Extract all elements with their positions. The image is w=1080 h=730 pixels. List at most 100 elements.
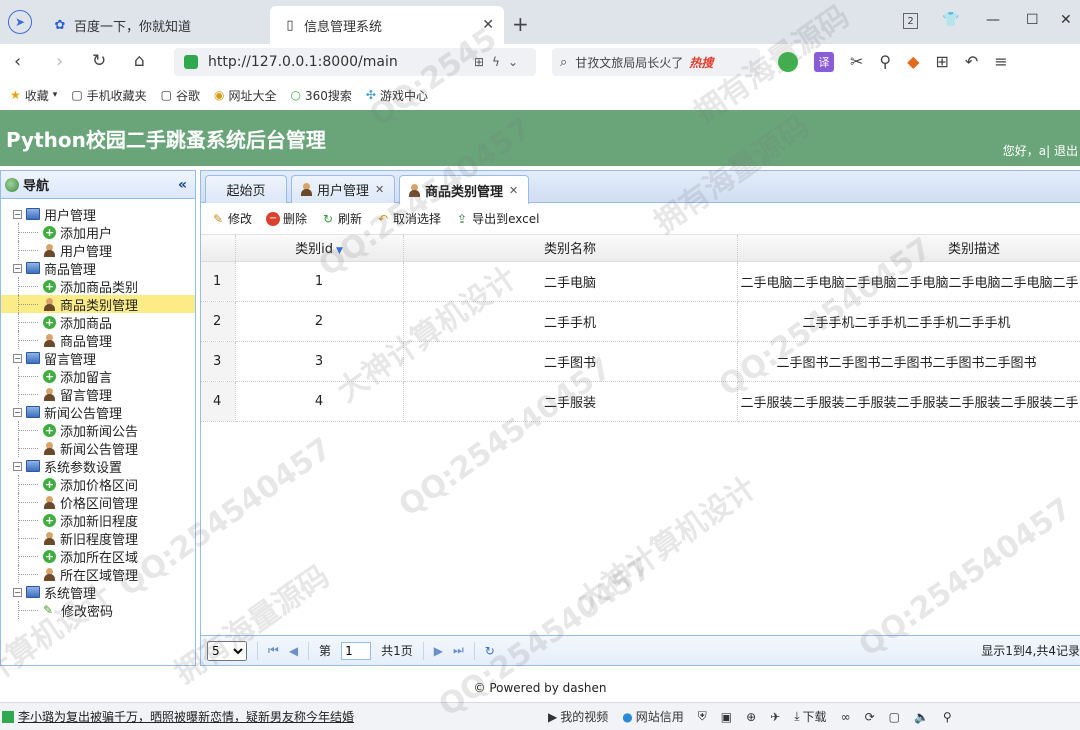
nav-item-user-manage[interactable]: 用户管理: [1, 241, 195, 260]
nav-group-goods[interactable]: − 商品管理: [1, 259, 195, 278]
close-tab-icon[interactable]: ✕: [375, 183, 384, 196]
nav-group-user[interactable]: − 用户管理: [1, 205, 195, 224]
browser-nav-icon[interactable]: ➤: [8, 10, 32, 34]
row-number: 2: [201, 301, 236, 342]
nav-group-message[interactable]: − 留言管理: [1, 349, 195, 368]
nav-item-goods-manage[interactable]: 商品管理: [1, 331, 195, 350]
nav-item-price-range-manage[interactable]: 价格区间管理: [1, 493, 195, 512]
window-icon[interactable]: ▢: [889, 710, 900, 724]
close-tab-icon[interactable]: ✕: [509, 184, 518, 197]
nav-item-category-manage[interactable]: 商品类别管理: [1, 295, 195, 314]
volume-icon[interactable]: 🔈: [914, 710, 929, 724]
shirt-icon[interactable]: 👕: [942, 12, 959, 28]
last-page-icon[interactable]: ⏭: [453, 643, 464, 658]
table-row[interactable]: 1 1 二手电脑 二手电脑二手电脑二手电脑二手电脑二手电脑二手电脑二手: [201, 261, 1080, 302]
maximize-icon[interactable]: ☐: [1026, 12, 1039, 28]
delete-button[interactable]: − 删除: [266, 210, 307, 227]
nav-group-system[interactable]: − 系统管理: [1, 583, 195, 602]
collapse-toggle-icon[interactable]: −: [13, 407, 22, 417]
prev-page-icon[interactable]: ◀: [289, 644, 298, 658]
nav-group-news[interactable]: − 新闻公告管理: [1, 403, 195, 422]
nav-item-add-price-range[interactable]: + 添加价格区间: [1, 475, 195, 494]
nav-item-message-manage[interactable]: 留言管理: [1, 385, 195, 404]
glasses-icon[interactable]: ∞: [841, 710, 851, 724]
bookmark-mobile[interactable]: ▢ 手机收藏夹: [71, 87, 146, 104]
plus-circle-icon[interactable]: ⊕: [746, 710, 756, 724]
export-excel-button[interactable]: ⇪ 导出到excel: [455, 210, 539, 227]
column-header-id[interactable]: 类别id ▼: [235, 235, 404, 262]
refresh-status-icon[interactable]: ⟳: [865, 710, 875, 724]
nav-item-area-manage[interactable]: 所在区域管理: [1, 565, 195, 584]
browser-tab-baidu[interactable]: ✿ 百度一下，你就知道: [48, 6, 268, 44]
apps-grid-icon[interactable]: ⊞: [935, 52, 948, 72]
shield-icon[interactable]: ⛨: [698, 709, 707, 724]
bookmark-360-search[interactable]: ○ 360搜索: [291, 87, 352, 104]
reload-icon[interactable]: ↻: [485, 644, 495, 658]
bookmark-favorites[interactable]: ★ 收藏 ▾: [10, 87, 57, 104]
browser-tab-active[interactable]: ▯ 信息管理系统 ✕: [270, 6, 504, 44]
nav-item-add-area[interactable]: + 添加所在区域: [1, 547, 195, 566]
window-count-badge[interactable]: 2: [903, 13, 918, 29]
refresh-button[interactable]: ↻ 刷新: [321, 210, 362, 227]
translate-icon[interactable]: 译: [814, 52, 834, 72]
next-page-icon[interactable]: ▶: [434, 644, 443, 658]
nav-item-add-user[interactable]: + 添加用户: [1, 223, 195, 242]
news-ticker-link[interactable]: 李小璐为复出被骗千万，晒照被曝新恋情，疑新男友称今年结婚: [2, 708, 354, 725]
tab-home[interactable]: 起始页: [205, 175, 287, 203]
minimize-icon[interactable]: —: [986, 12, 1000, 28]
page-size-select[interactable]: 5: [207, 640, 247, 661]
user-logout-link[interactable]: 您好，a| 退出: [1003, 142, 1078, 159]
collapse-toggle-icon[interactable]: −: [13, 587, 22, 597]
back-icon[interactable]: ‹: [14, 51, 21, 72]
nav-item-add-category[interactable]: + 添加商品类别: [1, 277, 195, 296]
column-header-name[interactable]: 类别名称: [403, 235, 738, 262]
tab-user-manage[interactable]: 用户管理 ✕: [291, 175, 395, 203]
close-tab-icon[interactable]: ✕: [482, 17, 494, 33]
collapse-double-chevron-icon[interactable]: «: [178, 177, 187, 193]
bookmark-site-directory[interactable]: ◉ 网址大全: [214, 87, 277, 104]
reload-icon[interactable]: ↻: [92, 51, 106, 71]
collapse-toggle-icon[interactable]: −: [13, 263, 22, 273]
browser-search-field[interactable]: ⌕ 甘孜文旅局局长火了 热搜: [552, 48, 760, 76]
home-icon[interactable]: ⌂: [134, 51, 145, 71]
scissors-icon[interactable]: ✂: [850, 52, 863, 72]
collapse-toggle-icon[interactable]: −: [13, 209, 22, 219]
nav-item-news-manage[interactable]: 新闻公告管理: [1, 439, 195, 458]
nav-item-change-password[interactable]: ✎ 修改密码: [1, 601, 195, 620]
bookmark-google[interactable]: ▢ 谷歌: [161, 87, 200, 104]
airplane-icon[interactable]: ✈: [770, 710, 780, 724]
page-number-input[interactable]: [341, 641, 372, 660]
edit-button[interactable]: ✎ 修改: [211, 210, 252, 227]
download-button[interactable]: ⤓ 下载: [794, 708, 826, 725]
nav-item-add-news[interactable]: + 添加新闻公告: [1, 421, 195, 440]
table-row[interactable]: 2 2 二手手机 二手手机二手手机二手手机二手手机: [201, 301, 1080, 342]
nav-item-add-condition[interactable]: + 添加新旧程度: [1, 511, 195, 530]
url-field[interactable]: http://127.0.0.1:8000/main ⊞ϟ⌄: [174, 48, 536, 76]
extension-green-icon[interactable]: [778, 52, 798, 72]
nav-item-add-goods[interactable]: + 添加商品: [1, 313, 195, 332]
magnifier-icon[interactable]: ⚲: [879, 52, 891, 72]
forward-icon[interactable]: ›: [56, 51, 63, 72]
table-row[interactable]: 3 3 二手图书 二手图书二手图书二手图书二手图书二手图书: [201, 341, 1080, 382]
my-video-button[interactable]: ▶ 我的视频: [548, 708, 608, 725]
menu-icon[interactable]: ≡: [994, 52, 1007, 72]
image-icon[interactable]: ▣: [721, 710, 732, 724]
undo-icon[interactable]: ↶: [965, 52, 978, 72]
nav-group-settings[interactable]: − 系统参数设置: [1, 457, 195, 476]
nav-item-condition-manage[interactable]: 新旧程度管理: [1, 529, 195, 548]
table-row[interactable]: 4 4 二手服装 二手服装二手服装二手服装二手服装二手服装二手服装二手: [201, 381, 1080, 422]
collapse-toggle-icon[interactable]: −: [13, 461, 22, 471]
nav-item-add-message[interactable]: + 添加留言: [1, 367, 195, 386]
zoom-icon[interactable]: ⚲: [943, 710, 952, 724]
url-actions-icon[interactable]: ⊞ϟ⌄: [474, 55, 526, 69]
cancel-select-button[interactable]: ↶ 取消选择: [376, 210, 441, 227]
tab-category-manage[interactable]: 商品类别管理 ✕: [399, 175, 529, 204]
first-page-icon[interactable]: ⏮: [268, 643, 279, 658]
collapse-toggle-icon[interactable]: −: [13, 353, 22, 363]
bookmark-game-center[interactable]: ✣ 游戏中心: [366, 87, 428, 104]
gamepad-icon[interactable]: ◆: [907, 52, 919, 72]
new-tab-button[interactable]: +: [512, 12, 529, 36]
close-window-icon[interactable]: ✕: [1060, 12, 1072, 28]
column-header-desc[interactable]: 类别描述: [737, 235, 1080, 262]
site-credit-button[interactable]: ● 网站信用: [622, 708, 684, 725]
